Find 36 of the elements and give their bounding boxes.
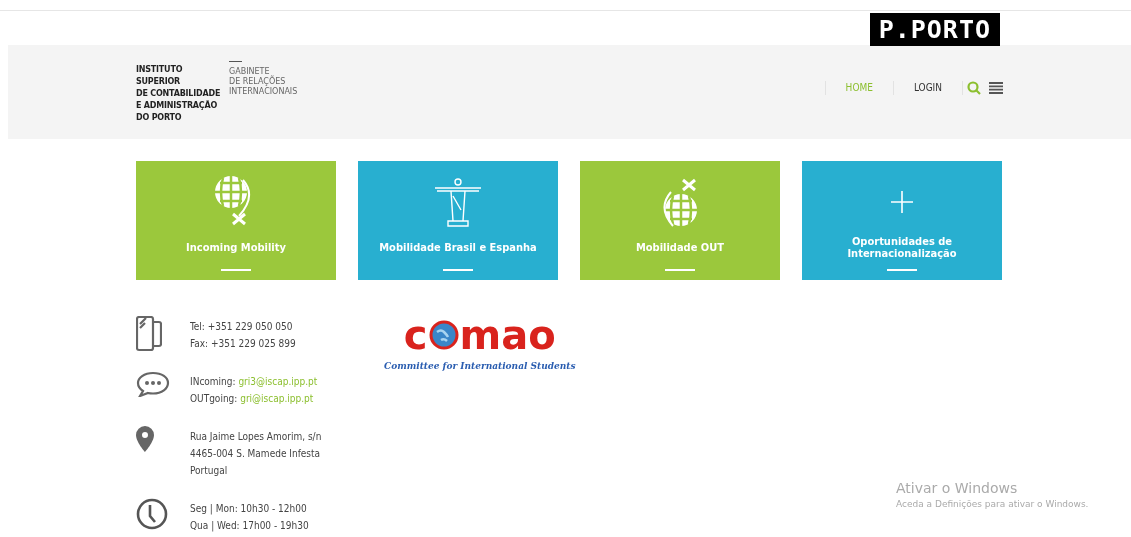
partner-logo: c mao Committee for International Students bbox=[383, 312, 577, 373]
email-label: INcoming: bbox=[190, 376, 236, 387]
menu-icon[interactable] bbox=[989, 81, 1003, 94]
contact-text: Tel: +351 229 050 050 bbox=[190, 320, 294, 334]
contact-text: Rua Jaime Lopes Amorim, s/n bbox=[190, 430, 322, 444]
institute-name-line: DO PORTO bbox=[136, 112, 183, 124]
contact-text: Fax: +351 229 025 899 bbox=[190, 337, 296, 351]
phone-icon bbox=[136, 316, 162, 352]
department-name-line: DE RELAÇÕES bbox=[229, 77, 287, 87]
email-link[interactable]: gri3@iscap.ipp.pt bbox=[238, 376, 318, 387]
mobility-tile[interactable]: Incoming Mobility bbox=[136, 161, 336, 280]
mobility-tile[interactable]: Mobilidade Brasil e Espanha bbox=[358, 161, 558, 280]
mobility-tile[interactable]: Oportunidades de Internacionalização bbox=[802, 161, 1002, 280]
email-label: OUTgoing: bbox=[190, 393, 238, 404]
institute-name-line: INSTITUTO bbox=[136, 64, 184, 76]
contact-text: Portugal bbox=[190, 464, 229, 478]
institute-name-line: SUPERIOR bbox=[136, 76, 182, 88]
department-name-line: GABINETE bbox=[229, 67, 270, 76]
institute-name-line: DE CONTABILIDADE bbox=[136, 88, 222, 100]
email-link[interactable]: gri@iscap.ipp.pt bbox=[240, 393, 314, 404]
institution-logo[interactable]: P.PORTO bbox=[869, 13, 1000, 46]
contact-text: Seg | Mon: 10h30 - 12h00 bbox=[190, 502, 308, 517]
department-name-line: INTERNACIONAIS bbox=[229, 87, 298, 97]
plus-icon bbox=[891, 190, 913, 213]
clock-icon bbox=[136, 498, 168, 530]
chat-icon bbox=[136, 371, 170, 397]
statue-icon bbox=[433, 175, 483, 228]
activation-text: Aceda a Definições para ativar o Windows. bbox=[896, 499, 1089, 509]
institute-name-line: E ADMINISTRAÇÃO bbox=[136, 100, 219, 112]
nav-link[interactable]: HOME bbox=[825, 80, 893, 95]
location-pin-icon bbox=[136, 426, 154, 452]
nav-link[interactable]: LOGIN bbox=[893, 80, 962, 95]
contact-text: 4465-004 S. Mamede Infesta bbox=[190, 447, 322, 461]
activation-title: Ativar o Windows bbox=[896, 480, 1019, 496]
mobility-tile[interactable]: Mobilidade OUT bbox=[580, 161, 780, 280]
contact-text: Qua | Wed: 17h00 - 19h30 bbox=[190, 519, 309, 534]
